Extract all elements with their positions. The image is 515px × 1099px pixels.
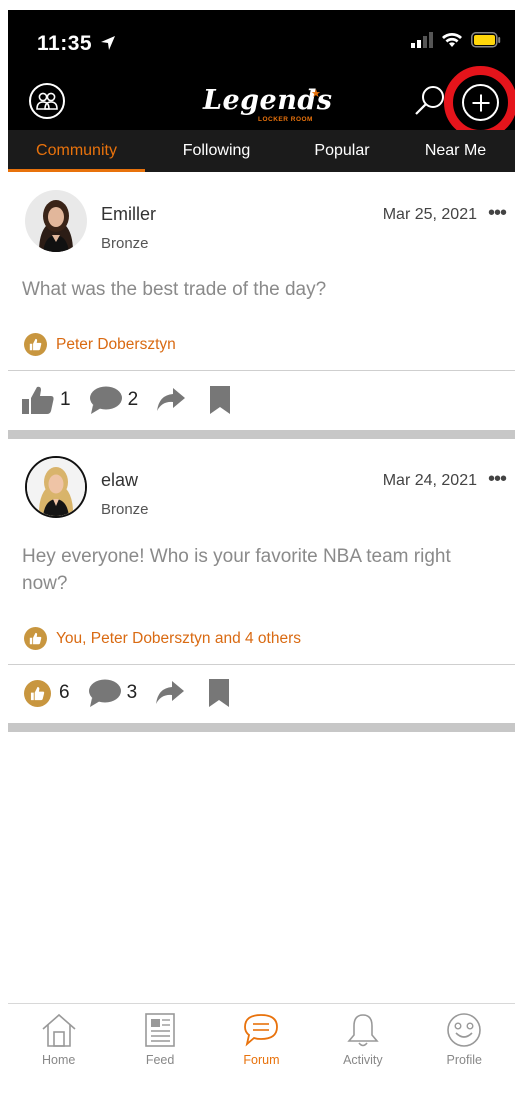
- app-header: Legends ★ LOCKER ROOM: [8, 66, 515, 139]
- like-icon[interactable]: [21, 385, 55, 415]
- like-badge-icon: [24, 627, 47, 650]
- bell-icon: [347, 1014, 379, 1047]
- avatar[interactable]: [25, 190, 87, 252]
- post-actions: 1 2: [21, 385, 232, 415]
- comment-count: 2: [127, 389, 139, 410]
- search-icon[interactable]: [413, 83, 447, 117]
- more-options-button[interactable]: •••: [488, 468, 507, 491]
- post-date: Mar 24, 2021: [382, 472, 477, 489]
- post-body[interactable]: What was the best trade of the day?: [22, 276, 492, 303]
- avatar-photo: [27, 458, 85, 516]
- tab-following[interactable]: Following: [145, 130, 288, 172]
- nav-profile[interactable]: Profile: [414, 1004, 515, 1099]
- liked-icon[interactable]: [24, 679, 51, 707]
- post-username[interactable]: Emiller: [101, 204, 156, 225]
- nav-label: Profile: [446, 1053, 482, 1067]
- bottom-nav: Home Feed Forum Activity Profile: [8, 1003, 515, 1099]
- logo-subtitle: LOCKER ROOM: [258, 116, 313, 123]
- status-time-text: 11:35: [37, 32, 93, 55]
- like-count: 1: [60, 389, 71, 410]
- more-options-button[interactable]: •••: [488, 202, 507, 225]
- status-icons: [411, 32, 501, 48]
- avatar[interactable]: [25, 456, 87, 518]
- status-time: 11:35: [37, 32, 116, 56]
- post-username[interactable]: elaw: [101, 470, 138, 491]
- like-count: 6: [59, 682, 70, 703]
- liked-by-line[interactable]: Peter Dobersztyn: [24, 333, 176, 356]
- liked-by-text: Peter Dobersztyn: [56, 335, 176, 353]
- forum-icon: [244, 1014, 279, 1047]
- location-arrow-icon: [101, 36, 116, 50]
- nav-home[interactable]: Home: [8, 1004, 109, 1099]
- nav-label: Activity: [343, 1053, 383, 1067]
- top-bar: 11:35 Legends ★ LOCKER ROOM Community Fo…: [8, 10, 515, 172]
- divider: [8, 664, 515, 665]
- comment-icon[interactable]: [88, 678, 122, 708]
- post-separator: [8, 430, 515, 439]
- forum-tabs: Community Following Popular Near Me: [8, 130, 515, 172]
- tab-popular[interactable]: Popular: [288, 130, 396, 172]
- nav-forum[interactable]: Forum: [211, 1004, 312, 1099]
- tab-near-me[interactable]: Near Me: [396, 130, 515, 172]
- feed-icon: [145, 1013, 175, 1047]
- home-icon: [42, 1013, 76, 1047]
- divider: [8, 370, 515, 371]
- logo-star-icon: ★: [311, 88, 321, 100]
- friends-button[interactable]: [29, 83, 65, 119]
- tab-community[interactable]: Community: [8, 130, 145, 172]
- add-post-button[interactable]: [462, 84, 499, 121]
- like-badge-icon: [24, 333, 47, 356]
- bookmark-icon[interactable]: [207, 678, 231, 708]
- wifi-icon: [442, 33, 462, 47]
- nav-label: Forum: [243, 1053, 280, 1067]
- comment-icon[interactable]: [89, 385, 123, 415]
- nav-activity[interactable]: Activity: [312, 1004, 413, 1099]
- post-body[interactable]: Hey everyone! Who is your favorite NBA t…: [22, 543, 492, 597]
- liked-by-text: You, Peter Dobersztyn and 4 others: [56, 629, 301, 647]
- bookmark-icon[interactable]: [208, 385, 232, 415]
- nav-label: Feed: [145, 1053, 175, 1067]
- signal-icon: [411, 32, 433, 48]
- post-actions: 6 3: [21, 678, 231, 708]
- legends-logo: Legends ★ LOCKER ROOM: [203, 85, 333, 125]
- share-icon[interactable]: [155, 678, 185, 708]
- post-rank: Bronze: [101, 501, 149, 518]
- app-screen: 11:35 Legends ★ LOCKER ROOM Community Fo…: [8, 10, 515, 1099]
- post-rank: Bronze: [101, 235, 149, 252]
- forum-post: elaw Bronze Mar 24, 2021 ••• Hey everyon…: [8, 439, 515, 729]
- post-separator: [8, 723, 515, 732]
- nav-feed[interactable]: Feed: [109, 1004, 210, 1099]
- friends-icon: [36, 92, 58, 110]
- comment-count: 3: [126, 682, 138, 703]
- post-date: Mar 25, 2021: [382, 206, 477, 223]
- battery-icon: [471, 32, 501, 48]
- avatar-photo: [25, 190, 87, 252]
- smiley-icon: [447, 1013, 482, 1047]
- share-icon[interactable]: [156, 385, 186, 415]
- liked-by-line[interactable]: You, Peter Dobersztyn and 4 others: [24, 627, 301, 650]
- nav-label: Home: [42, 1053, 76, 1067]
- forum-post: Emiller Bronze Mar 25, 2021 ••• What was…: [8, 172, 515, 440]
